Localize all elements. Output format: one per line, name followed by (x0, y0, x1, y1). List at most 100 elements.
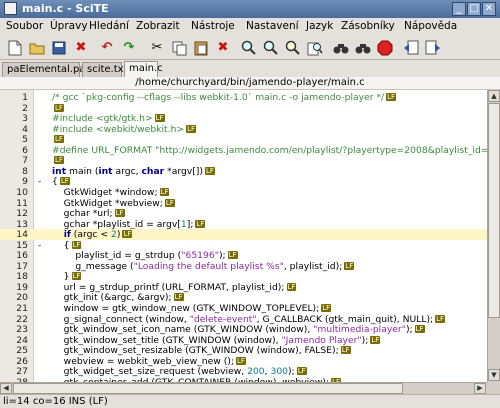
code-line[interactable]: 15- {LF (0, 240, 487, 251)
tab-paelemental[interactable]: paElemental.pas (2, 62, 91, 77)
eol-marker: LF (54, 103, 64, 112)
code-line[interactable]: 12 gchar *url; LF (0, 208, 487, 219)
code-editor[interactable]: 1 /* gcc `pkg-config --cflags --libs webk… (0, 90, 487, 382)
maximize-button[interactable]: □ (467, 2, 481, 16)
code-line[interactable]: 2 LF (0, 103, 487, 114)
tab-scite-txt[interactable]: scite.txt (82, 62, 128, 77)
code-line[interactable]: 5 LF (0, 134, 487, 145)
code-line[interactable]: 6 #define URL_FORMAT "http://widgets.jame… (0, 145, 487, 156)
menu-zobrazit[interactable]: Zobrazit (136, 20, 180, 32)
compile-icon[interactable] (332, 39, 350, 57)
code-line[interactable]: 8 int main (int argc, char *argv[]) LF (0, 166, 487, 177)
code-line[interactable]: 22 g_signal_connect (window, "delete-eve… (0, 314, 487, 325)
code-text: #include <gtk/gtk.h> LF (52, 113, 165, 124)
menu-jazyk[interactable]: Jazyk (306, 20, 333, 32)
previous-file-icon[interactable] (402, 39, 420, 57)
code-line[interactable]: 16 playlist_id = g_strdup ("65196"); LF (0, 250, 487, 261)
menu-upravy[interactable]: Úpravy (50, 20, 88, 32)
code-line[interactable]: 19 url = g_strdup_printf (URL_FORMAT, pl… (0, 282, 487, 293)
menu-napoveda[interactable]: Nápověda (404, 20, 457, 32)
line-number: 20 (16, 292, 28, 304)
code-line[interactable]: 27 gtk_widget_set_size_request (webview,… (0, 366, 487, 377)
scroll-right-icon[interactable]: ▶ (474, 383, 486, 394)
code-line[interactable]: 21 window = gtk_window_new (GTK_WINDOW_T… (0, 303, 487, 314)
vertical-scroll-thumb[interactable] (488, 103, 500, 318)
code-line[interactable]: 4 #include <webkit/webkit.h> LF (0, 124, 487, 135)
code-line[interactable]: 9-{LF (0, 176, 487, 187)
replace-icon[interactable] (284, 39, 302, 57)
menu-zasobniky[interactable]: Zásobníky (341, 20, 395, 32)
code-line[interactable]: 14 if (argc < 2) LF (0, 229, 487, 241)
delete-icon[interactable]: ✖ (214, 39, 232, 57)
eol-marker: LF (159, 187, 170, 196)
title-bar[interactable]: main.c - SciTE _ □ ✕ (0, 0, 500, 18)
cut-icon[interactable]: ✂ (148, 39, 166, 57)
code-line[interactable]: 26 webview = webkit_web_view_new (); LF (0, 356, 487, 367)
eol-marker: LF (71, 272, 82, 281)
code-text: #define URL_FORMAT "http://widgets.jamen… (52, 145, 487, 156)
scroll-up-icon[interactable]: ▲ (488, 90, 500, 102)
code-token: ); (405, 324, 413, 336)
code-line[interactable]: 25 gtk_window_set_resizable (GTK_WINDOW … (0, 345, 487, 356)
code-token: g_message ( (52, 260, 134, 272)
stop-icon[interactable] (376, 39, 394, 57)
line-number: 14 (16, 229, 28, 241)
line-number: 9 (22, 176, 28, 188)
code-line[interactable]: 20 gtk_init (&argc, &argv); LF (0, 292, 487, 303)
code-line[interactable]: 18 } LF (0, 271, 487, 282)
new-icon[interactable] (6, 39, 24, 57)
menu-bar: Soubor Úpravy Hledání Zobrazit Nástroje … (0, 18, 500, 36)
menu-hledani[interactable]: Hledání (89, 20, 129, 32)
code-text: /* gcc `pkg-config --cflags --libs webki… (52, 92, 397, 103)
code-line[interactable]: 3 #include <gtk/gtk.h> LF (0, 113, 487, 124)
code-line[interactable]: 13 gchar *playlist_id = argv[1]; LF (0, 219, 487, 230)
menu-soubor[interactable]: Soubor (6, 20, 43, 32)
code-token: , playlist_id); (283, 260, 343, 272)
eol-marker: LF (114, 209, 125, 218)
code-line[interactable]: 10 GtkWidget *window; LF (0, 187, 487, 198)
eol-marker: LF (370, 335, 381, 344)
menu-nastroje[interactable]: Nástroje (191, 20, 235, 32)
close-window-button[interactable]: ✕ (482, 2, 496, 16)
scroll-left-icon[interactable]: ◀ (0, 383, 12, 394)
line-number: 4 (22, 123, 28, 135)
code-line[interactable]: 23 gtk_window_set_icon_name (GTK_WINDOW … (0, 324, 487, 335)
eol-marker: LF (186, 124, 197, 133)
eol-marker: LF (195, 219, 206, 228)
code-line[interactable]: 17 g_message ("Loading the default playl… (0, 261, 487, 272)
save-icon[interactable] (50, 39, 68, 57)
code-line[interactable]: 24 gtk_window_set_title (GTK_WINDOW (win… (0, 335, 487, 346)
scroll-down-icon[interactable]: ▼ (488, 369, 500, 381)
code-token: gtk_window_set_resizable (GTK_WINDOW (wi… (52, 345, 339, 357)
minimize-button[interactable]: _ (452, 2, 466, 16)
copy-icon[interactable] (170, 39, 188, 57)
horizontal-scroll-thumb[interactable] (13, 383, 403, 394)
horizontal-scrollbar[interactable]: ◀ ▶ (0, 382, 487, 394)
menu-nastaveni[interactable]: Nastavení (246, 20, 299, 32)
undo-icon[interactable]: ↶ (98, 39, 116, 57)
close-icon[interactable]: ✖ (72, 39, 90, 57)
code-line[interactable]: 1 /* gcc `pkg-config --cflags --libs webk… (0, 92, 487, 103)
code-text: playlist_id = g_strdup ("65196"); LF (52, 250, 238, 261)
line-number: 27 (16, 366, 28, 378)
next-file-icon[interactable] (424, 39, 442, 57)
redo-icon[interactable]: ↷ (120, 39, 138, 57)
line-number: 15 (16, 239, 28, 251)
code-line[interactable]: 7 LF (0, 155, 487, 166)
code-line[interactable]: 11 GtkWidget *webview; LF (0, 198, 487, 209)
fold-toggle-icon[interactable]: - (38, 176, 48, 187)
find-in-files-icon[interactable] (306, 39, 324, 57)
code-text: gtk_window_set_resizable (GTK_WINDOW (wi… (52, 345, 351, 356)
fold-toggle-icon[interactable]: - (38, 240, 48, 251)
tab-main-c[interactable]: main.c (124, 61, 163, 77)
code-token: gtk_window_set_icon_name (GTK_WINDOW (wi… (52, 324, 314, 336)
code-token: ); (218, 250, 226, 262)
eol-marker: LF (414, 325, 425, 334)
build-icon[interactable] (354, 39, 372, 57)
vertical-scrollbar[interactable]: ▲ ▼ (487, 90, 500, 382)
paste-icon[interactable] (192, 39, 210, 57)
open-icon[interactable] (28, 39, 46, 57)
find-icon[interactable] (240, 39, 258, 57)
find-next-icon[interactable] (262, 39, 280, 57)
code-token: webview = webkit_web_view_new (); (52, 355, 234, 367)
